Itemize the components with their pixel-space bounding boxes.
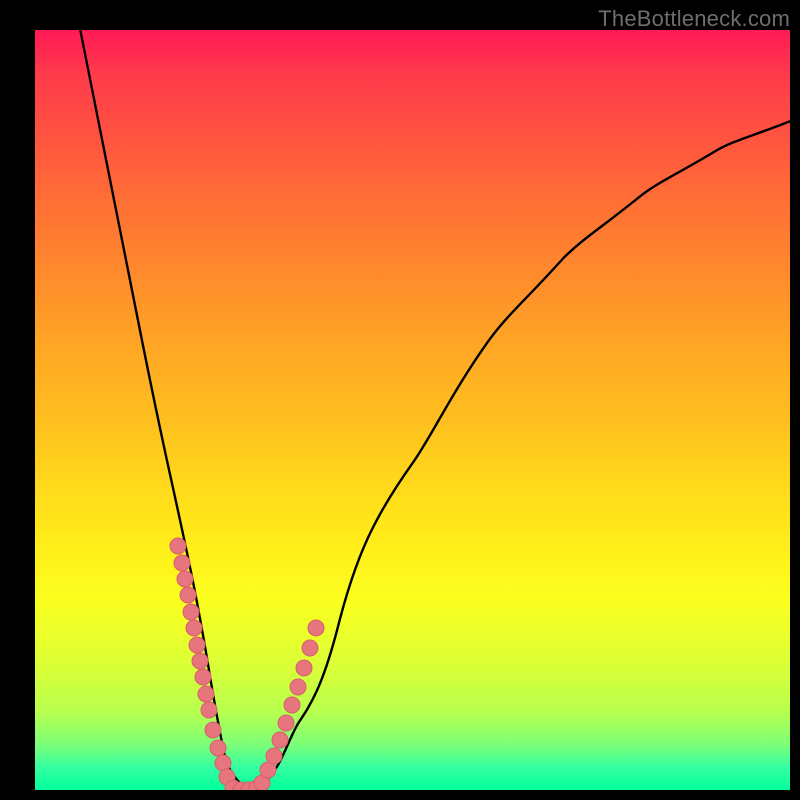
bottleneck-curve-svg [35,30,790,790]
plot-area [35,30,790,790]
chart-frame: TheBottleneck.com [0,0,800,800]
watermark-text: TheBottleneck.com [598,6,790,32]
bottleneck-curve [80,30,790,790]
marker-group [170,538,324,790]
